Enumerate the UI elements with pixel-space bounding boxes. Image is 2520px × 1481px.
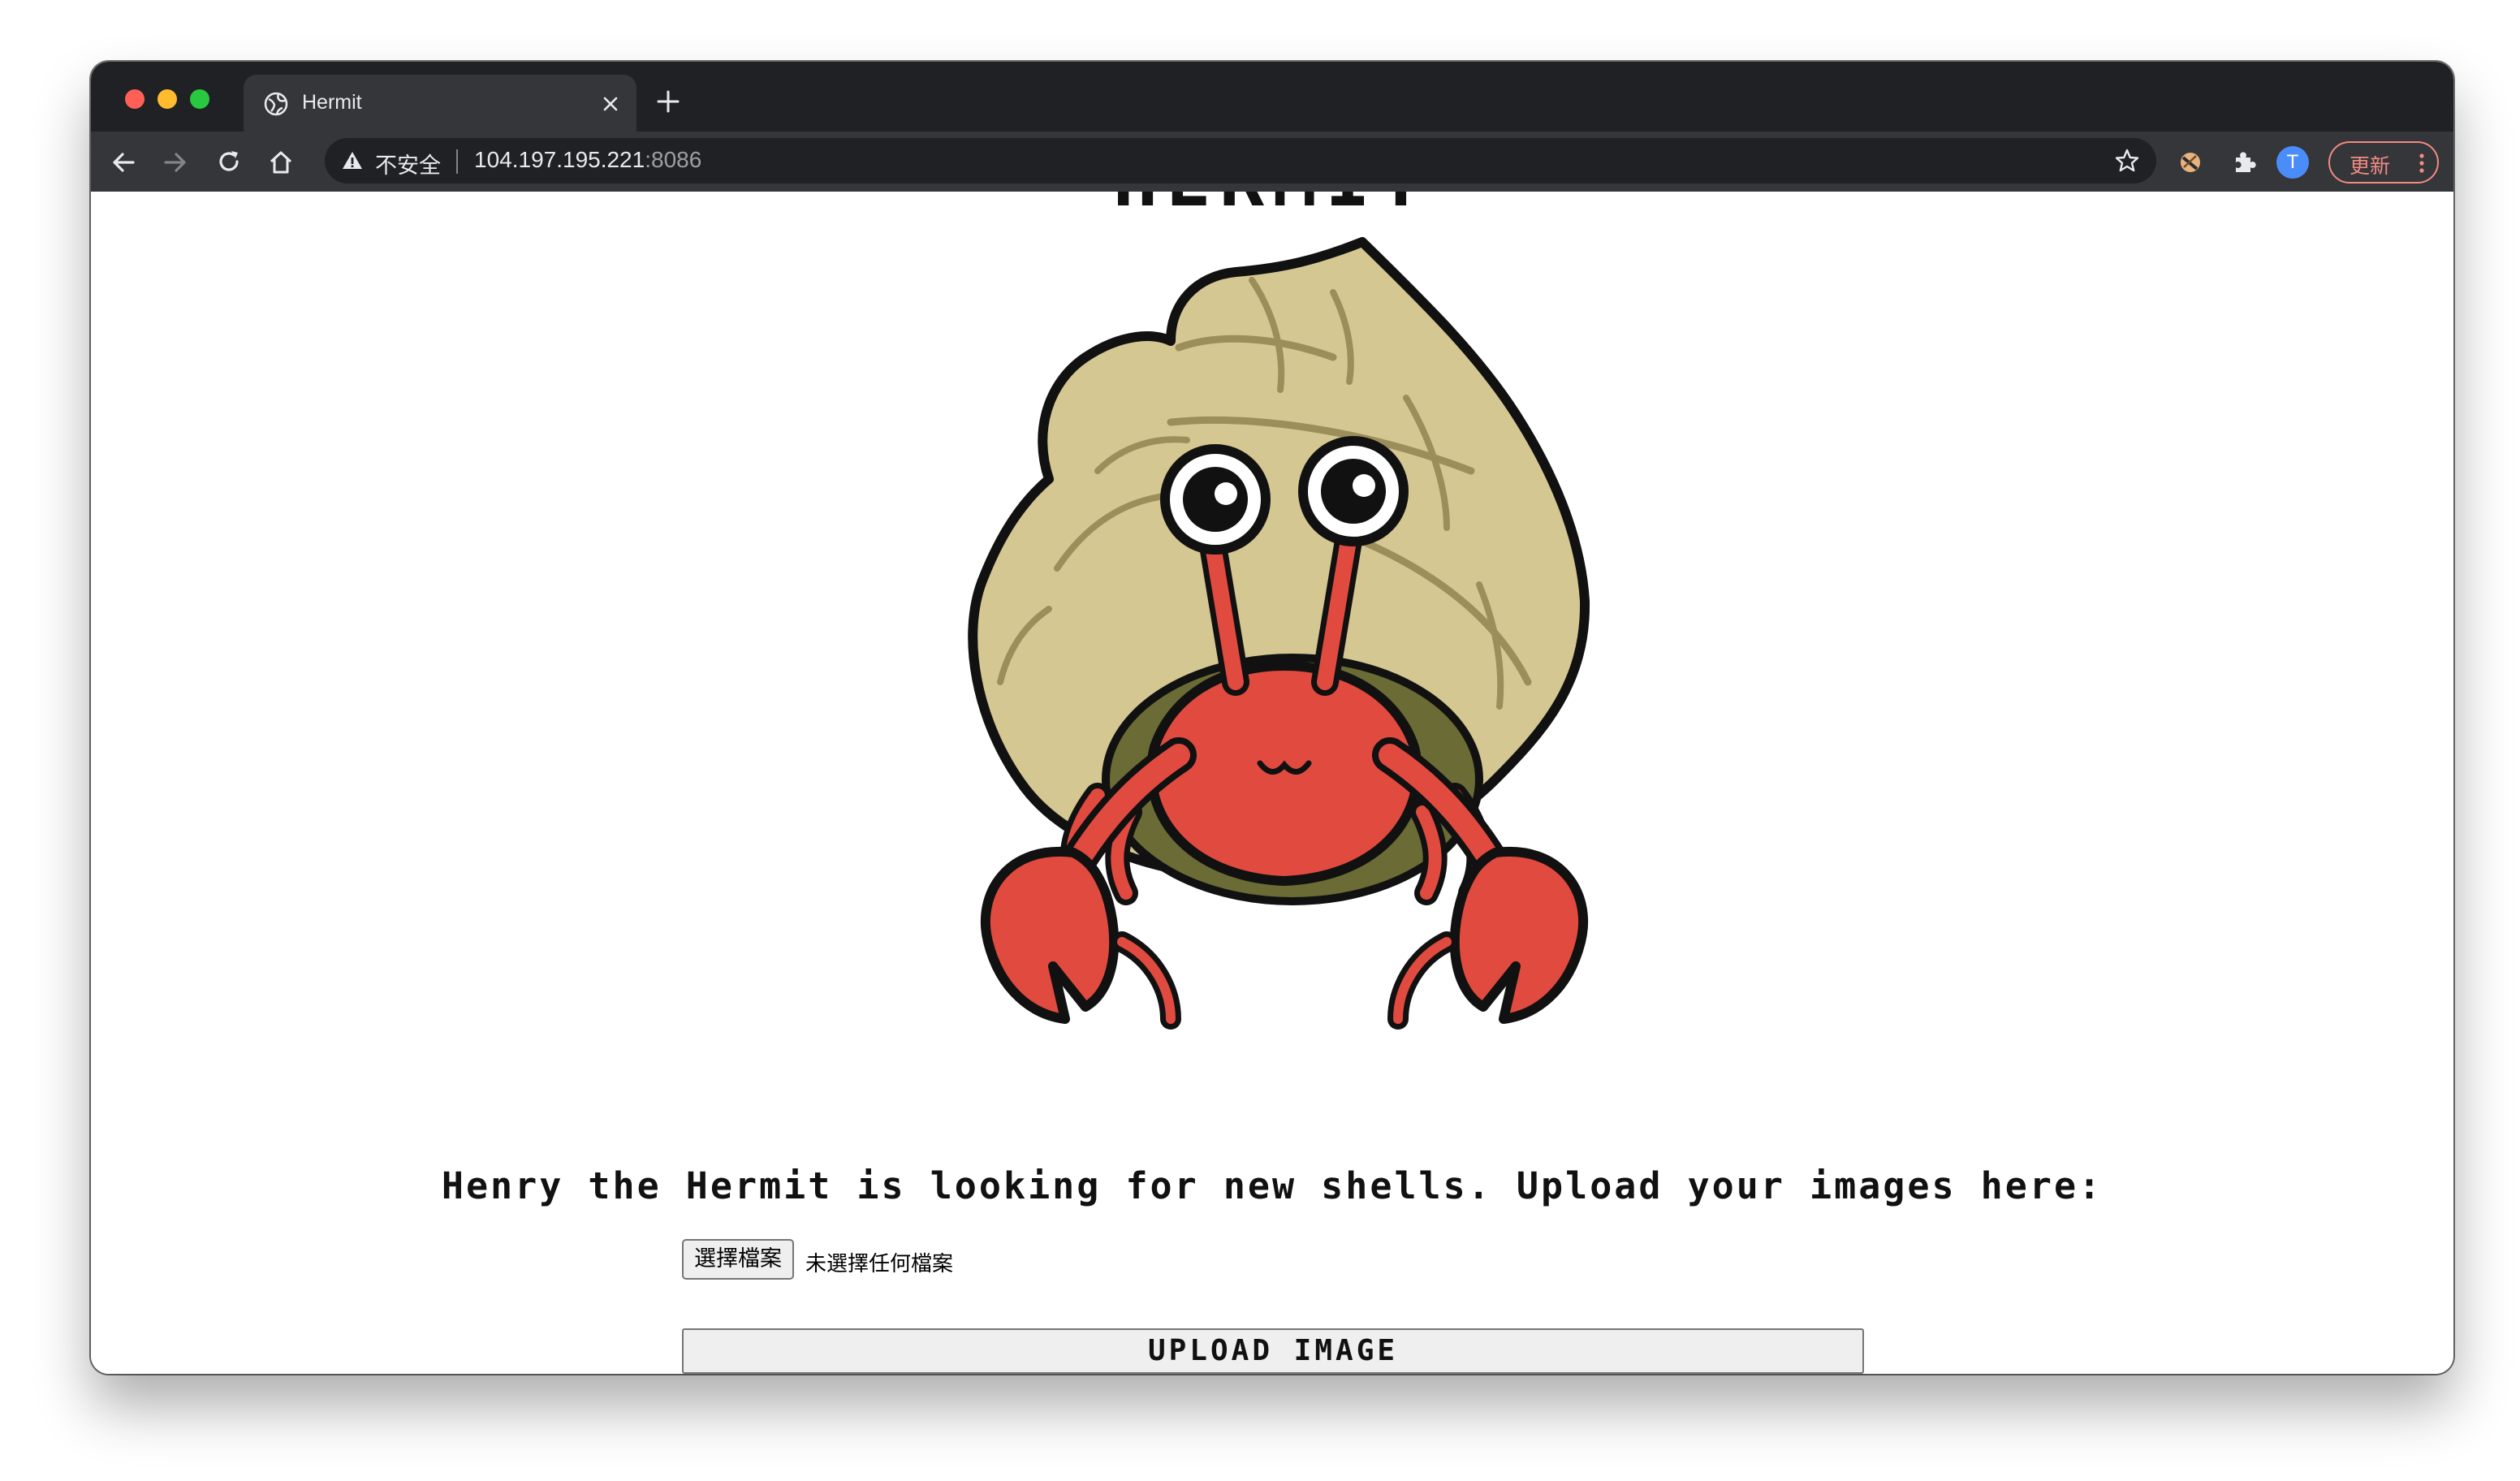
reload-icon[interactable]: [214, 148, 244, 177]
address-bar[interactable]: 不安全 104.197.195.221:8086: [325, 138, 2156, 184]
warning-icon[interactable]: [341, 149, 364, 172]
plus-icon[interactable]: [654, 88, 682, 115]
security-status-label[interactable]: 不安全: [375, 148, 441, 179]
minimize-window-button[interactable]: [158, 89, 177, 109]
browser-window: Hermit 不安全 104.197.195.221:8086 T 更新 Hen…: [91, 62, 2453, 1374]
update-label: 更新: [2350, 154, 2391, 178]
upload-image-button[interactable]: UPLOAD IMAGE: [682, 1328, 1864, 1374]
close-icon[interactable]: [599, 93, 622, 115]
title-bar: Hermit: [91, 62, 2453, 132]
maximize-window-button[interactable]: [190, 89, 209, 109]
tab-title: Hermit: [302, 91, 362, 114]
toolbar: 不安全 104.197.195.221:8086 T 更新: [91, 132, 2453, 192]
update-button[interactable]: 更新: [2328, 141, 2439, 184]
close-window-button[interactable]: [125, 89, 145, 109]
url-text[interactable]: 104.197.195.221:8086: [474, 147, 701, 173]
tab-hermit[interactable]: Hermit: [244, 75, 636, 132]
extension-icon[interactable]: [2176, 148, 2205, 177]
upload-instructions: Henry the Hermit is looking for new shel…: [441, 1164, 2104, 1207]
globe-icon: [264, 92, 288, 116]
forward-icon[interactable]: [161, 148, 190, 177]
star-icon[interactable]: [2114, 148, 2140, 174]
url-port: :8086: [645, 147, 702, 172]
back-icon[interactable]: [109, 148, 138, 177]
home-icon[interactable]: [266, 148, 296, 177]
avatar[interactable]: T: [2276, 146, 2309, 179]
page-content: HERMIT: [91, 192, 2453, 1374]
url-host: 104.197.195.221: [474, 147, 645, 172]
page-title: HERMIT: [91, 192, 2453, 223]
hermit-crab-illustration: [968, 237, 1590, 1030]
more-icon: [2419, 153, 2424, 173]
choose-file-button[interactable]: 選擇檔案: [682, 1239, 794, 1280]
file-status-text: 未選擇任何檔案: [805, 1252, 954, 1276]
puzzle-icon[interactable]: [2229, 148, 2259, 177]
omnibox-divider: [456, 149, 458, 174]
